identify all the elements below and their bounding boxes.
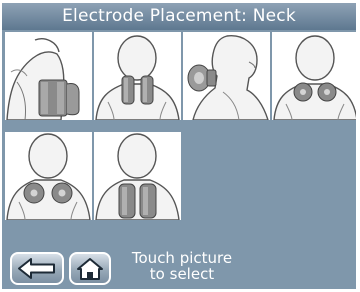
hint-line-1: Touch picture: [131, 249, 233, 267]
back-button[interactable]: [10, 252, 64, 285]
hint-line-2: to select: [149, 265, 215, 283]
back-arrow-icon: [18, 258, 55, 279]
placement-option-2[interactable]: [94, 32, 181, 120]
home-icon: [77, 258, 103, 280]
placement-option-3[interactable]: [183, 32, 270, 120]
placement-option-6[interactable]: [94, 132, 181, 220]
neck-side-profile-illustration: [187, 35, 269, 120]
screen: Electrode Placement: Neck Touch picture …: [2, 3, 356, 289]
shoulder-round-pair-low-illustration: [6, 133, 91, 220]
upper-back-pair-illustration: [95, 133, 180, 220]
neck-upper-pair-illustration: [95, 35, 180, 120]
shoulder-round-pair-illustration: [273, 35, 356, 120]
placement-option-1[interactable]: [5, 32, 92, 120]
page-title: Electrode Placement: Neck: [2, 3, 356, 30]
shoulder-wrap-illustration: [6, 38, 80, 120]
select-hint: Touch picture to select: [127, 250, 237, 282]
placement-option-5[interactable]: [5, 132, 92, 220]
placement-option-4[interactable]: [272, 32, 356, 120]
home-button[interactable]: [69, 252, 111, 285]
